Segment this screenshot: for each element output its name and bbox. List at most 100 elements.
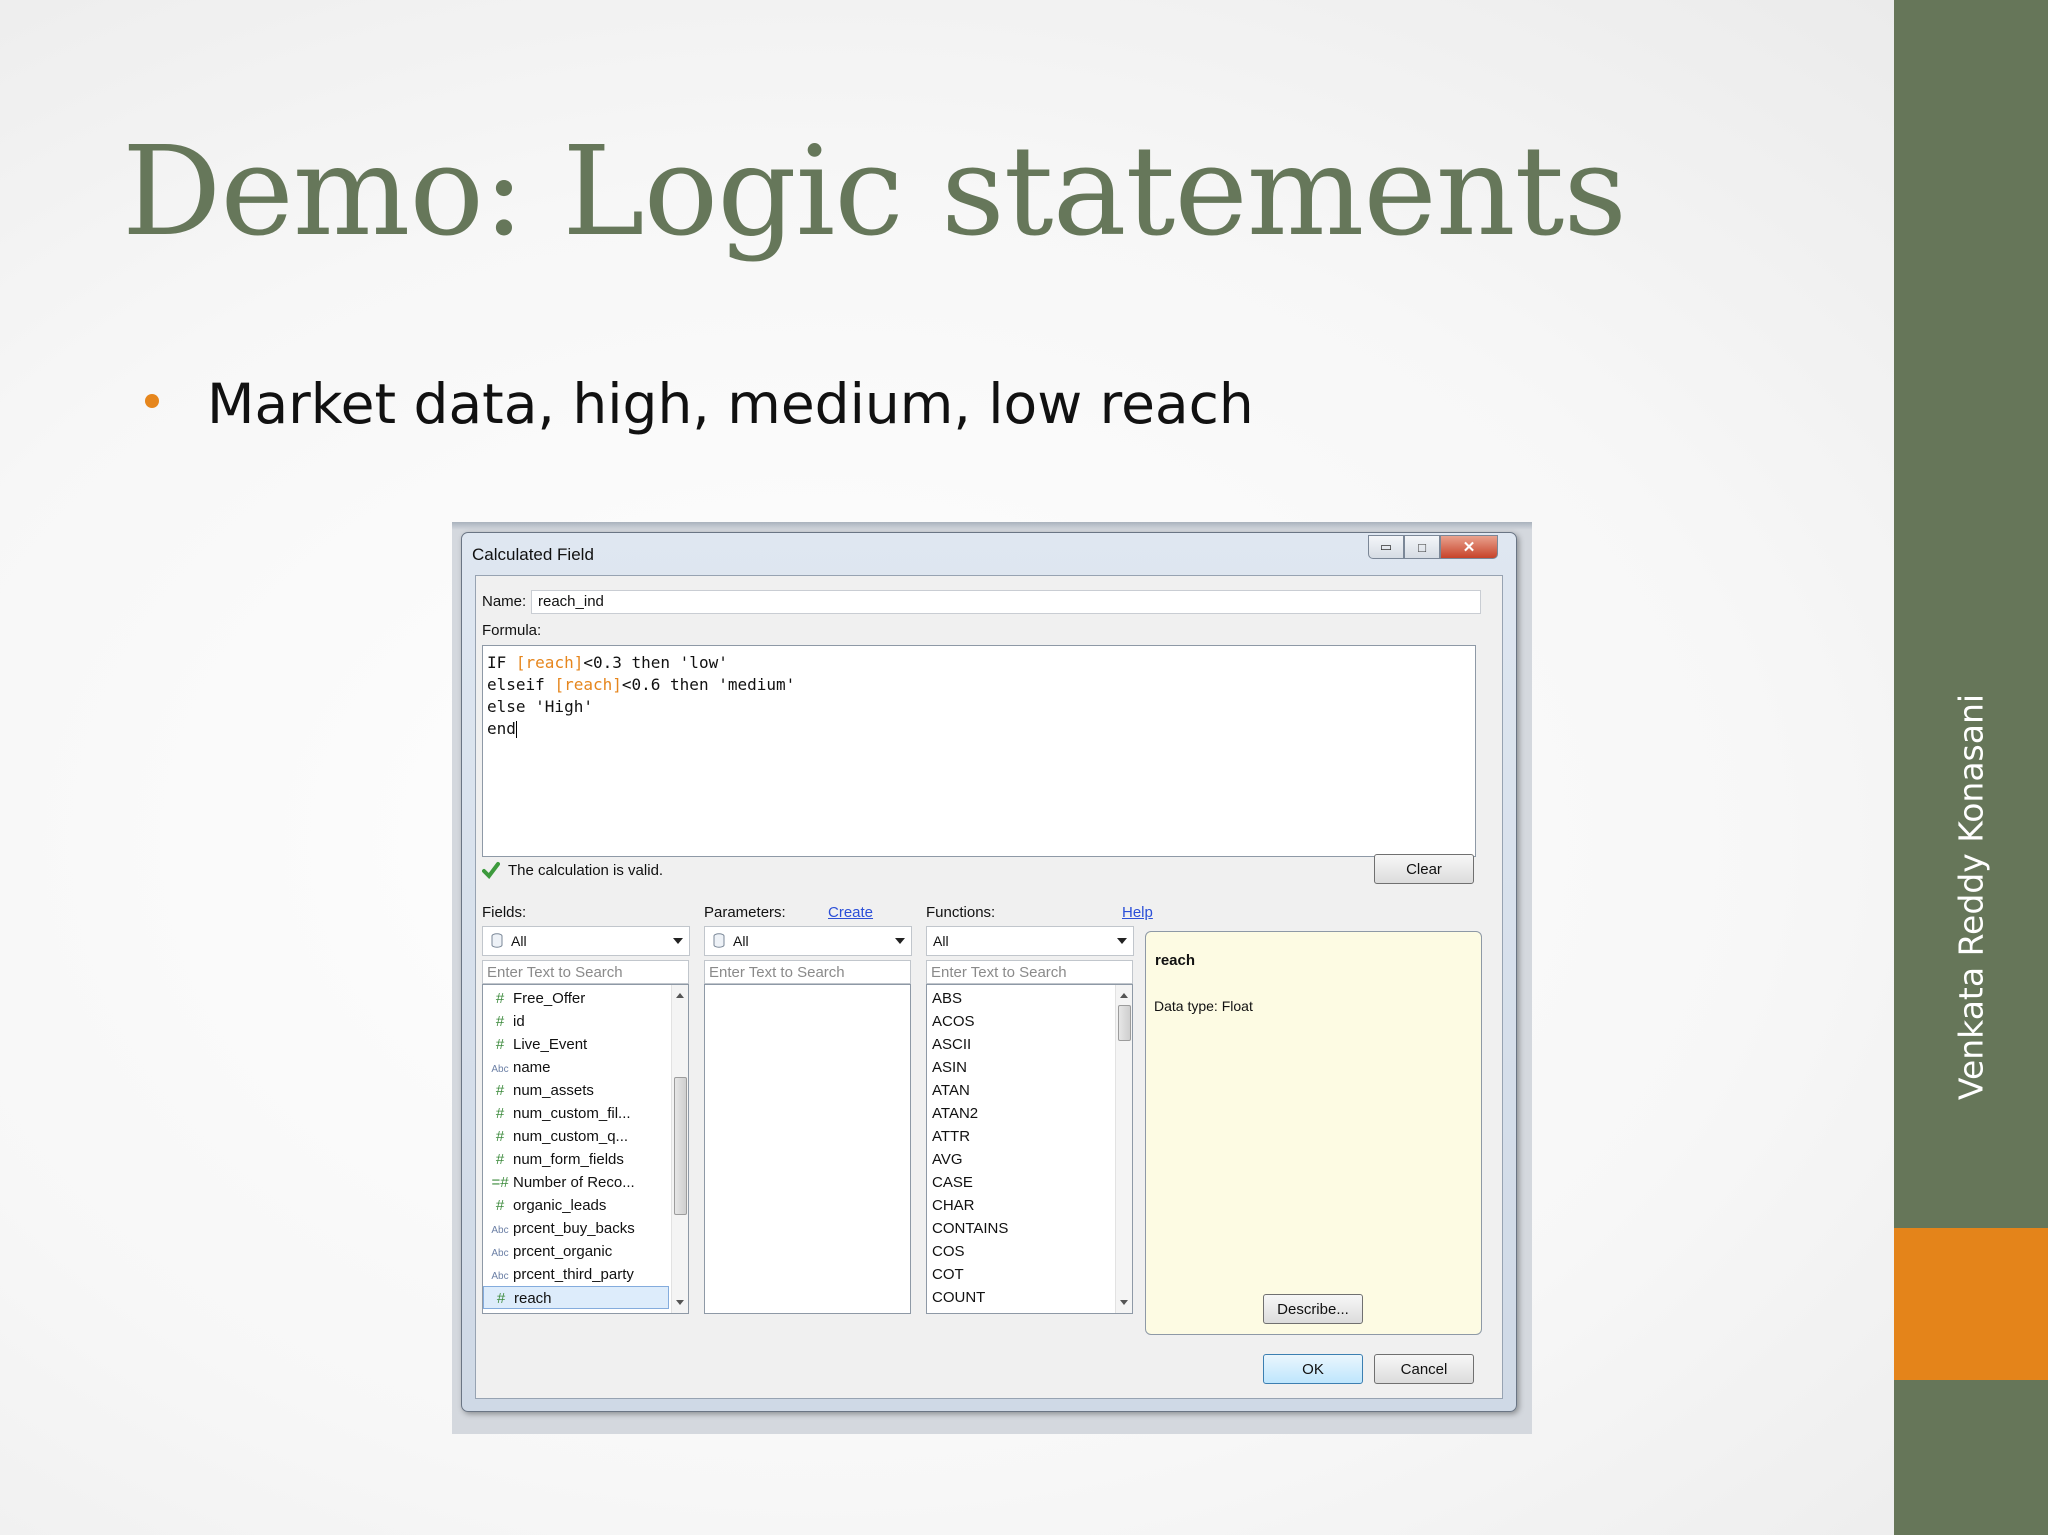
field-name: Live_Event — [513, 1036, 588, 1053]
formula-text: IF — [487, 653, 516, 672]
field-list-item[interactable]: # id — [483, 1010, 669, 1033]
scroll-thumb[interactable] — [1118, 1005, 1131, 1041]
number-type-icon: # — [495, 1082, 505, 1099]
field-list-item[interactable]: Abc prcent_organic — [483, 1240, 669, 1263]
calculated-field-dialog: Calculated Field ▭ □ ✕ Name: reach_ind F… — [461, 532, 1517, 1412]
formula-text: end — [487, 719, 516, 738]
function-list-item[interactable]: ACOS — [927, 1010, 975, 1033]
text-cursor — [515, 721, 517, 738]
fields-search-input[interactable]: Enter Text to Search — [482, 960, 689, 984]
function-list-item[interactable]: ATAN — [927, 1079, 970, 1102]
field-name: name — [513, 1059, 551, 1076]
scroll-down-icon[interactable] — [1120, 1300, 1128, 1305]
field-name: num_assets — [513, 1082, 594, 1099]
functions-filter-value: All — [933, 933, 949, 949]
bullet-text: Market data, high, medium, low reach — [207, 372, 1254, 436]
scroll-thumb[interactable] — [674, 1077, 687, 1215]
screenshot: Calculated Field ▭ □ ✕ Name: reach_ind F… — [452, 522, 1532, 1434]
maximize-button[interactable]: □ — [1404, 535, 1440, 559]
author-name: Venkata Reddy Konasani — [1951, 693, 1991, 1101]
functions-scrollbar[interactable] — [1115, 985, 1132, 1313]
field-name: num_custom_fil... — [513, 1105, 631, 1122]
formula-editor[interactable]: IF [reach]<0.3 then 'low' elseif [reach]<… — [482, 645, 1476, 857]
chevron-down-icon — [673, 938, 683, 944]
field-name: organic_leads — [513, 1197, 607, 1214]
function-list-item[interactable]: CASE — [927, 1171, 973, 1194]
scroll-up-icon[interactable] — [1120, 993, 1128, 998]
field-list-item[interactable]: Abc name — [483, 1056, 669, 1079]
function-list-item[interactable]: COT — [927, 1263, 964, 1286]
number-type-icon: # — [496, 1290, 506, 1307]
clear-button[interactable]: Clear — [1374, 854, 1474, 884]
minimize-button[interactable]: ▭ — [1368, 535, 1404, 559]
functions-search-input[interactable]: Enter Text to Search — [926, 960, 1133, 984]
field-list-item[interactable]: # reach — [483, 1286, 669, 1309]
scroll-down-icon[interactable] — [676, 1300, 684, 1305]
functions-filter-dropdown[interactable]: All — [926, 926, 1134, 956]
fields-list: # Free_Offer # id # Live_Event Abc name # num_ass… — [482, 984, 689, 1314]
number-type-icon: # — [495, 1105, 505, 1122]
screenshot-top-edge — [452, 522, 1532, 530]
string-type-icon: Abc — [491, 1248, 509, 1259]
dialog-title: Calculated Field — [472, 545, 594, 564]
formula-text: <0.6 then 'medium' — [621, 675, 796, 694]
number-type-icon: # — [495, 1013, 505, 1030]
parameters-search-input[interactable]: Enter Text to Search — [704, 960, 911, 984]
function-list-item[interactable]: ASIN — [927, 1056, 967, 1079]
function-list-item[interactable]: CHAR — [927, 1194, 975, 1217]
name-input[interactable]: reach_ind — [531, 590, 1481, 614]
string-type-icon: Abc — [491, 1225, 509, 1236]
description-title: reach — [1155, 952, 1196, 969]
fields-label: Fields: — [482, 904, 527, 921]
field-list-item[interactable]: Abc prcent_third_party — [483, 1263, 669, 1286]
formula-line: elseif [reach]<0.6 then 'medium' — [483, 674, 1475, 696]
create-parameter-link[interactable]: Create — [828, 904, 873, 921]
ok-button[interactable]: OK — [1263, 1354, 1363, 1384]
bullet-dot — [145, 394, 159, 408]
function-list-item[interactable]: ASCII — [927, 1033, 971, 1056]
function-list-item[interactable]: COUNT — [927, 1286, 985, 1309]
field-list-item[interactable]: # num_custom_q... — [483, 1125, 669, 1148]
window-controls: ▭ □ ✕ — [1368, 535, 1498, 559]
formula-line: else 'High' — [483, 696, 1475, 718]
cancel-button[interactable]: Cancel — [1374, 1354, 1474, 1384]
parameters-filter-value: All — [733, 933, 749, 949]
field-list-item[interactable]: # organic_leads — [483, 1194, 669, 1217]
validation-text: The calculation is valid. — [508, 861, 664, 879]
description-panel: reach Data type: Float Describe... — [1145, 931, 1482, 1335]
describe-button[interactable]: Describe... — [1263, 1294, 1363, 1324]
name-label: Name: — [482, 593, 527, 610]
formula-label: Formula: — [482, 622, 542, 639]
formula-line: end — [483, 718, 1475, 740]
parameters-filter-dropdown[interactable]: All — [704, 926, 912, 956]
scroll-up-icon[interactable] — [676, 993, 684, 998]
field-list-item[interactable]: =# Number of Reco... — [483, 1171, 669, 1194]
fields-scrollbar[interactable] — [671, 985, 688, 1313]
field-list-item[interactable]: # num_assets — [483, 1079, 669, 1102]
field-name: prcent_buy_backs — [513, 1220, 635, 1237]
formula-line: IF [reach]<0.3 then 'low' — [483, 652, 1475, 674]
field-list-item[interactable]: # num_form_fields — [483, 1148, 669, 1171]
fields-filter-dropdown[interactable]: All — [482, 926, 690, 956]
field-name: id — [513, 1013, 525, 1030]
function-list-item[interactable]: ABS — [927, 987, 962, 1010]
close-button[interactable]: ✕ — [1440, 535, 1498, 559]
field-list-item[interactable]: Abc prcent_buy_backs — [483, 1217, 669, 1240]
function-list-item[interactable]: COS — [927, 1240, 965, 1263]
number-type-icon: # — [495, 990, 505, 1007]
functions-label: Functions: — [926, 904, 996, 921]
field-list-item[interactable]: # Free_Offer — [483, 987, 669, 1010]
field-list-item[interactable]: # num_custom_fil... — [483, 1102, 669, 1125]
function-list-item[interactable]: AVG — [927, 1148, 963, 1171]
field-name: Number of Reco... — [513, 1174, 635, 1191]
parameters-label: Parameters: — [704, 904, 786, 921]
number-type-icon: # — [495, 1197, 505, 1214]
function-list-item[interactable]: ATTR — [927, 1125, 970, 1148]
function-list-item[interactable]: ATAN2 — [927, 1102, 978, 1125]
field-list-item[interactable]: # Live_Event — [483, 1033, 669, 1056]
database-icon — [713, 933, 725, 948]
chevron-down-icon — [895, 938, 905, 944]
help-link[interactable]: Help — [1122, 904, 1153, 921]
function-list-item[interactable]: CONTAINS — [927, 1217, 1008, 1240]
formula-field-reference: [reach] — [554, 675, 622, 694]
